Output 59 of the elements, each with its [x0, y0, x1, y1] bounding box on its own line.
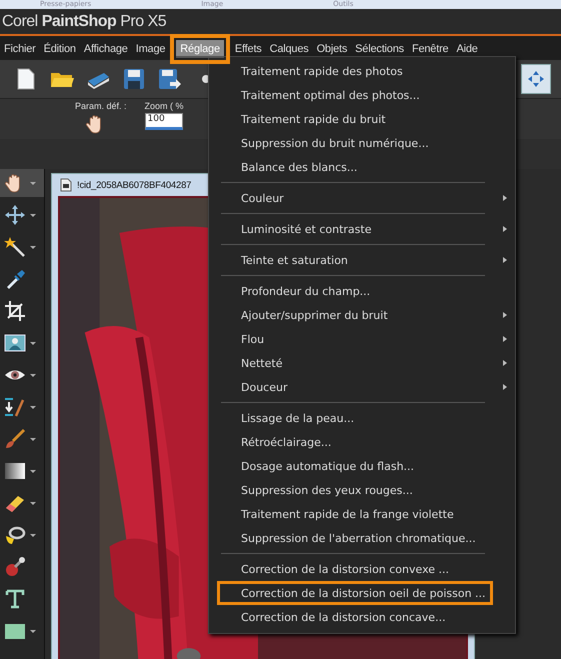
- caret-icon[interactable]: [30, 470, 36, 472]
- caret-icon[interactable]: [30, 342, 36, 344]
- menu-bar-item[interactable]: Fichier: [0, 40, 40, 58]
- toolbox-tool[interactable]: [0, 169, 44, 197]
- menu-item[interactable]: Correction de la distorsion concave...: [209, 605, 515, 629]
- photo-person-icon: [4, 332, 26, 354]
- caret-icon[interactable]: [30, 534, 36, 536]
- menu-item[interactable]: Balance des blancs...: [209, 155, 515, 179]
- menu-bar-item[interactable]: Image: [132, 40, 170, 58]
- menu-item[interactable]: Luminosité et contraste: [209, 217, 515, 241]
- menu-item[interactable]: Traitement rapide du bruit: [209, 107, 515, 131]
- zoom-label: Zoom ( %: [144, 101, 184, 111]
- caret-icon[interactable]: [30, 182, 36, 184]
- menu-item[interactable]: Douceur: [209, 375, 515, 399]
- text-tool-icon: [4, 588, 26, 610]
- menu-bar-item[interactable]: Fenêtre: [408, 40, 452, 58]
- caret-icon[interactable]: [30, 630, 36, 632]
- caret-icon[interactable]: [30, 438, 36, 440]
- menu-item[interactable]: Suppression de l'aberration chromatique...: [209, 526, 515, 550]
- caret-icon[interactable]: [30, 246, 36, 248]
- menu-item[interactable]: Profondeur du champ...: [209, 279, 515, 303]
- menu-item[interactable]: Correction de la distorsion oeil de poisson ...: [217, 581, 493, 605]
- fit-window-icon[interactable]: [521, 64, 551, 94]
- document-title: !cid_2058AB6078BF404287: [77, 180, 192, 190]
- menu-bar-item[interactable]: Édition: [40, 40, 80, 58]
- magic-wand-icon: [4, 236, 26, 258]
- menu-item[interactable]: Traitement rapide de la frange violette: [209, 502, 515, 526]
- menu-item[interactable]: Rétroéclairage...: [209, 430, 515, 454]
- window-title: Corel PaintShop Pro X5: [1, 12, 166, 30]
- caret-icon[interactable]: [30, 374, 36, 376]
- paintbrush-icon: [4, 428, 26, 450]
- crop-icon: [4, 300, 26, 322]
- caret-icon[interactable]: [30, 214, 36, 216]
- zoom-field[interactable]: 100: [144, 113, 183, 130]
- menu-item[interactable]: Lissage de la peau...: [209, 406, 515, 430]
- move-arrows-icon: [4, 204, 26, 226]
- menu-bar-item[interactable]: Affichage: [80, 40, 132, 58]
- menu-item[interactable]: Ajouter/supprimer du bruit: [209, 303, 515, 327]
- menu-bar-item[interactable]: Calques: [266, 40, 313, 58]
- menu-bar-item[interactable]: Effets: [230, 40, 266, 58]
- menu-bar-item[interactable]: Sélections: [351, 40, 408, 58]
- stamp-icon: [4, 556, 26, 578]
- preset-label: Param. déf. :: [75, 101, 127, 111]
- menu-item[interactable]: Dosage automatique du flash...: [209, 454, 515, 478]
- gradient-icon: [4, 460, 26, 482]
- brush-layers-icon: [4, 396, 26, 418]
- menu-item[interactable]: Flou: [209, 327, 515, 351]
- menu-item[interactable]: Couleur: [209, 186, 515, 210]
- menu-item[interactable]: Netteté: [209, 351, 515, 375]
- paint-bucket-icon: [4, 524, 26, 546]
- menu-bar-item[interactable]: Objets: [312, 40, 352, 58]
- menu-item[interactable]: Traitement optimal des photos...: [209, 83, 515, 107]
- menu-item[interactable]: Suppression des yeux rouges...: [209, 478, 515, 502]
- caret-icon[interactable]: [30, 502, 36, 504]
- caret-icon[interactable]: [30, 406, 36, 408]
- menu-item[interactable]: Teinte et saturation: [209, 248, 515, 272]
- menu-item[interactable]: Correction de la distorsion convexe ...: [209, 557, 515, 581]
- menu-bar-item[interactable]: Aide: [452, 40, 482, 58]
- menu-item[interactable]: Suppression du bruit numérique...: [209, 131, 515, 155]
